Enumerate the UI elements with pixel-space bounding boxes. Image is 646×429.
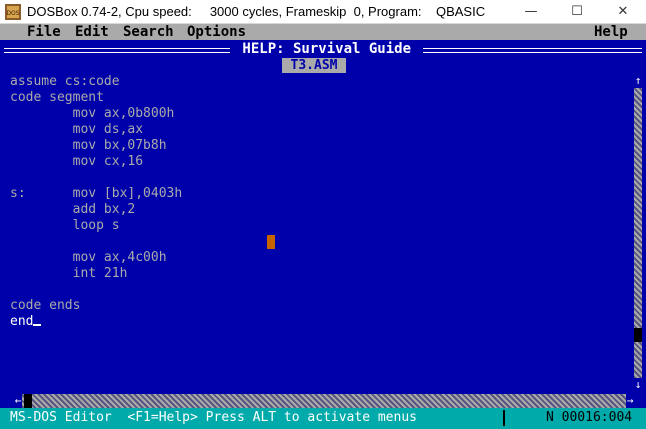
dos-screen: File Edit Search Options Help HELP: Surv… <box>0 24 646 429</box>
menu-edit[interactable]: Edit <box>75 24 109 40</box>
code-line-text: code ends <box>10 298 81 313</box>
code-line: end <box>10 314 630 330</box>
code-line: mov ax,0b800h <box>10 106 630 122</box>
horizontal-scrollbar[interactable]: ← → <box>14 394 634 408</box>
code-line-text: s: mov [bx],0403h <box>10 186 183 201</box>
status-bar: MS-DOS Editor <F1=Help> Press ALT to act… <box>0 408 646 429</box>
maximize-button[interactable]: ☐ <box>554 0 600 24</box>
code-line-text: loop s <box>10 218 120 233</box>
scroll-down-arrow-icon[interactable]: ↓ <box>634 378 642 392</box>
help-window-title: HELP: Survival Guide <box>230 41 424 57</box>
window-title: DOSBox 0.74-2, Cpu speed: 3000 cycles, F… <box>27 4 486 19</box>
code-line-text: mov cx,16 <box>10 154 144 169</box>
minimize-button[interactable]: — <box>508 0 554 24</box>
code-line: loop s <box>10 218 630 234</box>
code-line-text: add bx,2 <box>10 202 136 217</box>
mouse-cursor-block <box>267 235 275 249</box>
code-line-text: int 21h <box>10 266 128 281</box>
code-line: mov cx,16 <box>10 154 630 170</box>
code-editor[interactable]: assume cs:code code segment mov ax,0b800h… <box>10 74 630 330</box>
scroll-right-arrow-icon[interactable]: → <box>626 394 634 408</box>
code-line: code segment <box>10 90 630 106</box>
menu-file[interactable]: File <box>27 24 61 40</box>
editor-file-title[interactable]: T3.ASM <box>282 58 346 73</box>
code-line: mov ds,ax <box>10 122 630 138</box>
code-line-text: mov bx,07b8h <box>10 138 167 153</box>
code-line-text: mov ax,0b800h <box>10 106 175 121</box>
dosbox-app-icon: DOS <box>5 4 21 20</box>
code-line: assume cs:code <box>10 74 630 90</box>
code-line: add bx,2 <box>10 202 630 218</box>
scroll-up-arrow-icon[interactable]: ↑ <box>634 74 642 88</box>
menu-options[interactable]: Options <box>187 24 246 40</box>
horizontal-scroll-thumb[interactable] <box>24 394 32 408</box>
code-line: code ends <box>10 298 630 314</box>
code-line-text: assume cs:code <box>10 74 120 89</box>
vertical-scrollbar[interactable]: ↑ ↓ <box>634 74 642 392</box>
scroll-left-arrow-icon[interactable]: ← <box>14 394 22 408</box>
code-line-text: mov ax,4c00h <box>10 250 167 265</box>
code-line: mov bx,07b8h <box>10 138 630 154</box>
status-divider <box>503 410 505 426</box>
menu-help[interactable]: Help <box>594 24 628 40</box>
menu-bar: File Edit Search Options Help <box>0 24 646 40</box>
code-line: int 21h <box>10 266 630 282</box>
status-message: MS-DOS Editor <F1=Help> Press ALT to act… <box>10 410 417 425</box>
close-button[interactable]: ✕ <box>600 0 646 24</box>
code-line-text: mov ds,ax <box>10 122 144 137</box>
svg-text:DOS: DOS <box>6 10 19 17</box>
window-titlebar: DOS DOSBox 0.74-2, Cpu speed: 3000 cycle… <box>0 0 646 24</box>
code-line-text: code segment <box>10 90 104 105</box>
code-line: s: mov [bx],0403h <box>10 186 630 202</box>
cursor-position: N 00016:004 <box>546 410 633 425</box>
code-line: mov ax,4c00h <box>10 250 630 266</box>
menu-search[interactable]: Search <box>123 24 174 40</box>
vertical-scroll-thumb[interactable] <box>634 328 642 342</box>
text-caret <box>33 324 42 326</box>
code-line-text: end <box>10 314 34 329</box>
